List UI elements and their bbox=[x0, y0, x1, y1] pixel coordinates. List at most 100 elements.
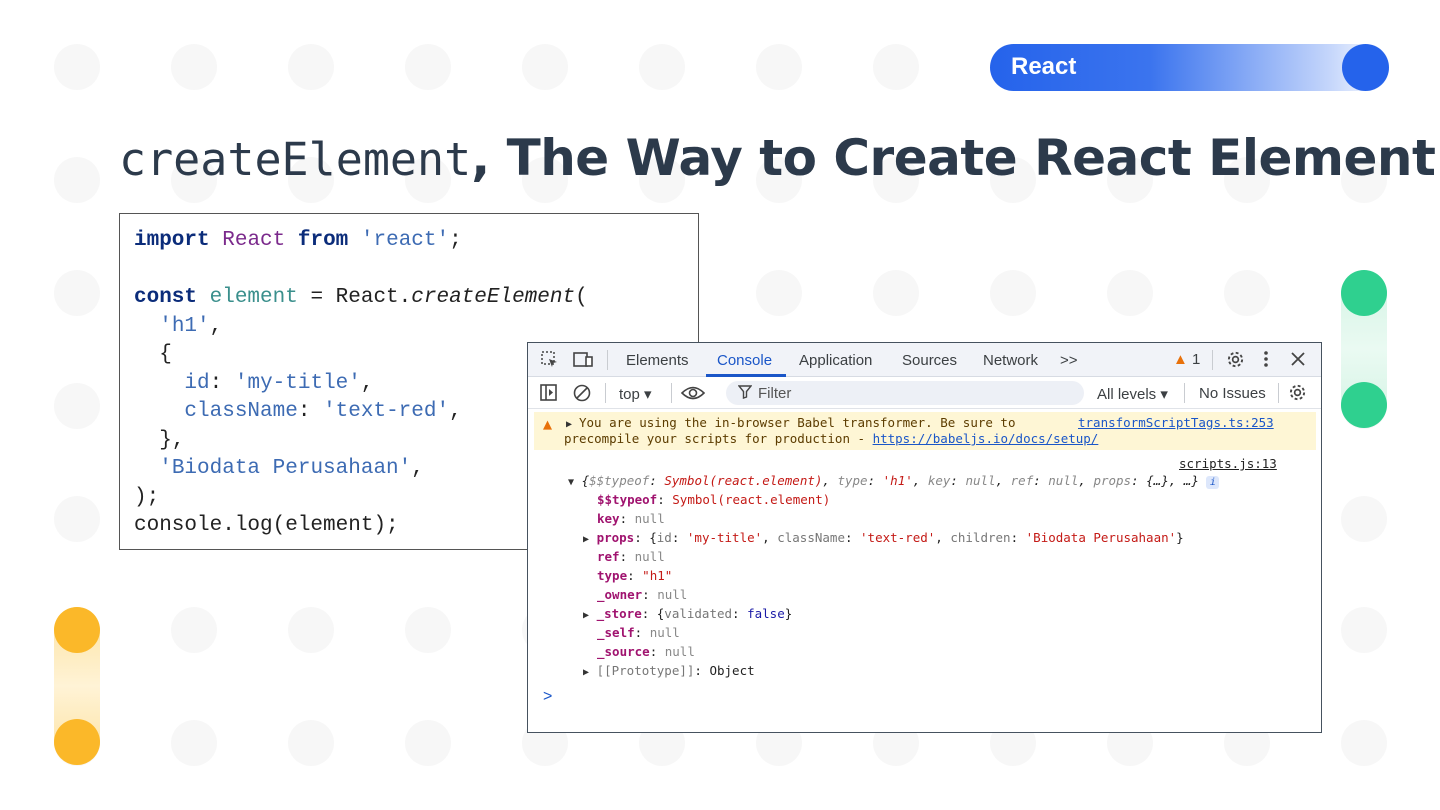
console-warning-message: ▲ ▶ You are using the in-browser Babel t… bbox=[534, 412, 1316, 450]
object-property-row[interactable]: ▶ _store: {validated: false} bbox=[583, 606, 792, 621]
background-dot bbox=[54, 270, 100, 316]
chevron-down-icon: ▾ bbox=[644, 386, 652, 403]
object-property-row: type: "h1" bbox=[597, 568, 673, 583]
warning-icon: ▲ bbox=[543, 415, 553, 433]
property-value: null bbox=[664, 644, 695, 659]
expand-arrow-icon[interactable]: ▶ bbox=[583, 534, 589, 545]
more-tabs-icon[interactable]: >> bbox=[1060, 352, 1078, 369]
nested-value: false bbox=[747, 606, 785, 621]
tab-application[interactable]: Application bbox=[799, 352, 872, 369]
code-function: createElement bbox=[411, 286, 576, 309]
property-key: type bbox=[597, 568, 628, 583]
sidebar-toggle-icon[interactable] bbox=[540, 384, 558, 406]
log-levels-dropdown[interactable]: All levels ▾ bbox=[1097, 385, 1168, 403]
filter-input[interactable]: Filter bbox=[726, 381, 1084, 405]
background-dot bbox=[54, 44, 100, 90]
summary-value: 'h1' bbox=[882, 473, 913, 488]
summary-value: {…} bbox=[1146, 473, 1169, 488]
object-property-row[interactable]: ▶ props: {id: 'my-title', className: 'te… bbox=[583, 530, 1184, 545]
warning-counter[interactable]: ▲ 1 bbox=[1173, 351, 1200, 368]
background-dot bbox=[756, 270, 802, 316]
property-value: "h1" bbox=[642, 568, 673, 583]
code-punct: , bbox=[360, 371, 374, 395]
object-property-row: _self: null bbox=[597, 625, 680, 640]
property-key: _owner bbox=[597, 587, 643, 602]
code-punct: ); bbox=[134, 485, 160, 509]
code-text: = React. bbox=[297, 286, 412, 309]
property-key: $$typeof bbox=[597, 492, 658, 507]
expand-arrow-icon[interactable]: ▶ bbox=[583, 667, 589, 678]
background-dot bbox=[1341, 607, 1387, 653]
background-dot bbox=[873, 270, 919, 316]
summary-more: … bbox=[1183, 473, 1192, 488]
expand-arrow-icon[interactable]: ▶ bbox=[583, 610, 589, 621]
console-settings-gear-icon[interactable] bbox=[1288, 383, 1307, 406]
summary-key: props bbox=[1093, 473, 1132, 488]
background-dot bbox=[1341, 720, 1387, 766]
toolbar-divider bbox=[1212, 350, 1213, 370]
object-property-row: $$typeof: Symbol(react.element) bbox=[597, 492, 831, 507]
nested-key: children bbox=[950, 530, 1011, 545]
property-value: null bbox=[634, 511, 665, 526]
close-icon[interactable] bbox=[1290, 351, 1306, 371]
live-expression-eye-icon[interactable] bbox=[680, 384, 706, 406]
property-key: _source bbox=[597, 644, 650, 659]
warning-source-link[interactable]: transformScriptTags.ts:253 bbox=[1078, 415, 1274, 430]
object-property-row: _owner: null bbox=[597, 587, 688, 602]
tab-sources[interactable]: Sources bbox=[902, 352, 957, 369]
code-punct: , bbox=[449, 400, 462, 423]
background-dot bbox=[171, 44, 217, 90]
object-property-row: _source: null bbox=[597, 644, 695, 659]
settings-gear-icon[interactable] bbox=[1226, 350, 1245, 373]
code-property: id bbox=[184, 371, 210, 395]
code-keyword: import bbox=[134, 229, 210, 252]
device-toolbar-icon[interactable] bbox=[573, 351, 593, 373]
background-dot bbox=[405, 607, 451, 653]
nested-value: 'my-title' bbox=[686, 530, 763, 545]
background-dot bbox=[405, 720, 451, 766]
background-dot bbox=[405, 44, 451, 90]
decorative-yellow-pill bbox=[54, 607, 100, 765]
inspect-element-icon[interactable] bbox=[541, 351, 559, 373]
warning-url-link[interactable]: https://babeljs.io/docs/setup/ bbox=[873, 431, 1099, 446]
decorative-green-dot bbox=[1341, 270, 1387, 316]
issues-button[interactable]: No Issues bbox=[1199, 385, 1266, 402]
tab-elements[interactable]: Elements bbox=[626, 352, 689, 369]
warning-text-prefix: precompile your scripts for production - bbox=[564, 431, 873, 446]
toolbar-divider bbox=[1184, 383, 1185, 403]
property-value: Object bbox=[709, 663, 755, 678]
property-key: _store bbox=[596, 606, 642, 621]
code-property: className bbox=[184, 400, 298, 423]
tab-network[interactable]: Network bbox=[983, 352, 1038, 369]
background-dot bbox=[171, 607, 217, 653]
object-property-row[interactable]: ▶ [[Prototype]]: Object bbox=[583, 663, 755, 678]
background-dot bbox=[54, 383, 100, 429]
object-property-row: ref: null bbox=[597, 549, 665, 564]
code-identifier: React bbox=[222, 229, 286, 252]
nested-key: className bbox=[777, 530, 845, 545]
property-key: [[Prototype]] bbox=[596, 663, 695, 678]
code-punct: ( bbox=[575, 286, 588, 309]
decorative-green-dot bbox=[1341, 382, 1387, 428]
context-selector[interactable]: top ▾ bbox=[619, 385, 652, 403]
tab-console[interactable]: Console bbox=[717, 352, 772, 369]
warning-expand-arrow[interactable]: ▶ bbox=[566, 415, 572, 430]
log-source-link[interactable]: scripts.js:13 bbox=[1179, 456, 1277, 471]
collapse-arrow-icon[interactable]: ▼ bbox=[568, 477, 574, 488]
property-value: null bbox=[657, 587, 688, 602]
background-dot bbox=[288, 44, 334, 90]
context-value: top bbox=[619, 386, 640, 403]
kebab-menu-icon[interactable] bbox=[1263, 350, 1269, 372]
property-value: null bbox=[649, 625, 680, 640]
summary-value: Symbol(react.element) bbox=[664, 473, 823, 488]
clear-console-icon[interactable] bbox=[573, 384, 591, 406]
object-summary-row[interactable]: ▼ {$$typeof: Symbol(react.element), type… bbox=[568, 473, 1220, 489]
background-dot bbox=[288, 720, 334, 766]
decorative-yellow-dot bbox=[54, 607, 100, 653]
console-prompt[interactable]: > bbox=[543, 688, 552, 706]
info-icon[interactable]: i bbox=[1206, 476, 1220, 489]
background-dot bbox=[54, 496, 100, 542]
property-key: props bbox=[596, 530, 635, 545]
chevron-down-icon: ▾ bbox=[1160, 386, 1168, 403]
summary-key: ref bbox=[1010, 473, 1034, 488]
